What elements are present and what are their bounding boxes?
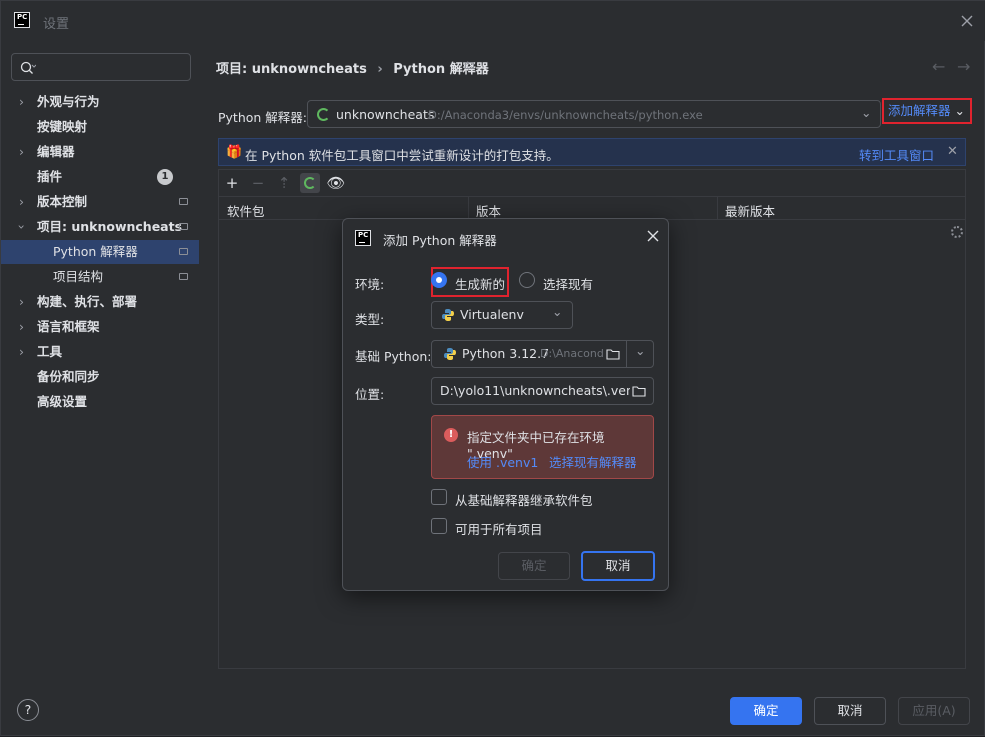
update-badge: 1 (157, 169, 173, 185)
column-divider (717, 197, 718, 219)
sidebar-item-keymap[interactable]: 按键映射 (1, 115, 199, 139)
radio-generate-new[interactable] (431, 272, 447, 288)
chevron-down-icon: ⌄ (954, 103, 965, 118)
column-divider (468, 197, 469, 219)
remove-package-icon[interactable]: − (248, 173, 268, 193)
base-python-select[interactable]: Python 3.12.7 D:\Anacond ⌄ (431, 340, 654, 368)
sidebar-item-advanced[interactable]: 高级设置 (1, 390, 199, 414)
go-to-tool-window-link[interactable]: 转到工具窗口 (859, 145, 934, 164)
column-latest-version[interactable]: 最新版本 (725, 201, 775, 220)
packages-toolbar: + − ⇡ 👁 (219, 170, 965, 196)
sidebar-item-backup[interactable]: 备份和同步 (1, 365, 199, 389)
sidebar-item-appearance[interactable]: › 外观与行为 (1, 90, 199, 114)
breadcrumb-separator-icon: › (377, 62, 383, 77)
ok-button[interactable]: 确定 (730, 697, 802, 725)
footer: ? 确定 取消 应用(A) (1, 681, 985, 737)
add-interpreter-link[interactable]: 添加解释器 ⌄ (882, 98, 972, 124)
cancel-button[interactable]: 取消 (814, 697, 886, 725)
chevron-right-icon: › (19, 319, 24, 334)
all-projects-checkbox[interactable] (431, 518, 447, 534)
folder-icon[interactable] (606, 348, 620, 360)
upgrade-package-icon[interactable]: ⇡ (274, 173, 294, 193)
base-python-label: 基础 Python: (355, 349, 432, 364)
sidebar-item-plugins[interactable]: 插件 1 (1, 165, 199, 189)
project-scope-icon (179, 248, 188, 255)
pycharm-logo-icon: PC (355, 230, 371, 246)
python-icon (444, 348, 456, 360)
breadcrumb-current: Python 解释器 (393, 62, 489, 77)
error-message: ! 指定文件夹中已存在环境 ".venv" 使用 .venv1 选择现有解释器 (431, 415, 654, 479)
chevron-right-icon: › (19, 194, 24, 209)
title-bar: PC 设置 (1, 1, 985, 41)
apply-button[interactable]: 应用(A) (898, 697, 970, 725)
radio-select-existing-label[interactable]: 选择现有 (543, 274, 593, 293)
column-package[interactable]: 软件包 (227, 201, 265, 220)
error-icon: ! (444, 428, 458, 442)
interpreter-select[interactable]: unknowncheats D:/Anaconda3/envs/unknownc… (307, 100, 881, 128)
chevron-down-icon[interactable]: ⌄ (635, 343, 645, 358)
loading-spinner-icon (317, 108, 330, 121)
radio-select-existing[interactable] (519, 272, 535, 288)
gift-icon: 🎁 (226, 145, 243, 160)
project-scope-icon (179, 198, 188, 205)
sidebar-item-editor[interactable]: › 编辑器 (1, 140, 199, 164)
eye-icon[interactable]: 👁 (326, 173, 346, 193)
dialog-cancel-button[interactable]: 取消 (581, 551, 655, 581)
dialog-title: 添加 Python 解释器 (383, 233, 497, 248)
search-icon (20, 61, 36, 74)
environment-label: 环境: (355, 277, 385, 292)
breadcrumb-project[interactable]: 项目: unknowncheats (216, 62, 367, 77)
chevron-down-icon: › (14, 224, 30, 230)
python-icon (442, 309, 454, 321)
sidebar-item-tools[interactable]: › 工具 (1, 340, 199, 364)
close-icon[interactable] (644, 227, 662, 245)
refresh-spinner-icon[interactable] (300, 173, 320, 193)
close-icon[interactable] (957, 11, 977, 31)
sidebar-item-python-interpreter[interactable]: Python 解释器 (1, 240, 199, 264)
table-header: 软件包 版本 最新版本 (219, 196, 965, 220)
location-label: 位置: (355, 387, 385, 402)
folder-icon[interactable] (632, 385, 646, 397)
close-icon[interactable]: ✕ (947, 144, 958, 159)
sidebar-item-build[interactable]: › 构建、执行、部署 (1, 290, 199, 314)
project-scope-icon (179, 273, 188, 280)
project-scope-icon (465, 62, 474, 69)
chevron-right-icon: › (19, 144, 24, 159)
interpreter-label: Python 解释器: (218, 110, 308, 125)
chevron-right-icon: › (19, 344, 24, 359)
back-arrow-icon[interactable]: ← (932, 57, 945, 76)
chevron-right-icon: › (19, 94, 24, 109)
location-input[interactable]: D:\yolo11\unknowncheats\.venv (431, 377, 654, 405)
chevron-right-icon: › (19, 294, 24, 309)
settings-window: PC 设置 › 外观与行为 按键映射 › 编辑器 插件 1 › 版本控制 › 项目: un… (0, 0, 985, 736)
type-label: 类型: (355, 312, 385, 327)
chevron-down-icon: ⌄ (552, 304, 563, 319)
inherit-packages-checkbox[interactable] (431, 489, 447, 505)
radio-generate-new-label[interactable]: 生成新的 (455, 274, 505, 293)
use-venv1-link[interactable]: 使用 .venv1 (467, 452, 538, 471)
sidebar-item-project-structure[interactable]: 项目结构 (1, 265, 199, 289)
add-interpreter-dialog: PC 添加 Python 解释器 环境: 生成新的 选择现有 类型: Virtu… (342, 218, 669, 591)
breadcrumb: 项目: unknowncheats › Python 解释器 (216, 58, 495, 77)
all-projects-label[interactable]: 可用于所有项目 (455, 519, 543, 538)
dialog-ok-button[interactable]: 确定 (498, 552, 570, 580)
add-package-icon[interactable]: + (222, 173, 242, 193)
info-banner: 🎁 在 Python 软件包工具窗口中尝试重新设计的打包支持。 转到工具窗口 ✕ (218, 138, 966, 166)
sidebar: › 外观与行为 按键映射 › 编辑器 插件 1 › 版本控制 › 项目: unknownc… (1, 41, 199, 681)
window-title: 设置 (43, 17, 70, 32)
search-input[interactable] (11, 53, 191, 81)
sidebar-item-vcs[interactable]: › 版本控制 (1, 190, 199, 214)
sidebar-item-project[interactable]: › 项目: unknowncheats (1, 215, 199, 239)
select-existing-interpreter-link[interactable]: 选择现有解释器 (549, 452, 637, 471)
sidebar-item-languages[interactable]: › 语言和框架 (1, 315, 199, 339)
project-scope-icon (179, 223, 188, 230)
help-icon[interactable]: ? (17, 699, 39, 721)
pycharm-logo-icon: PC (14, 12, 30, 28)
inherit-packages-label[interactable]: 从基础解释器继承软件包 (455, 490, 593, 509)
forward-arrow-icon[interactable]: → (957, 57, 970, 76)
type-select[interactable]: Virtualenv ⌄ (431, 301, 573, 329)
chevron-down-icon: ⌄ (861, 105, 872, 120)
loading-icon (951, 226, 963, 238)
